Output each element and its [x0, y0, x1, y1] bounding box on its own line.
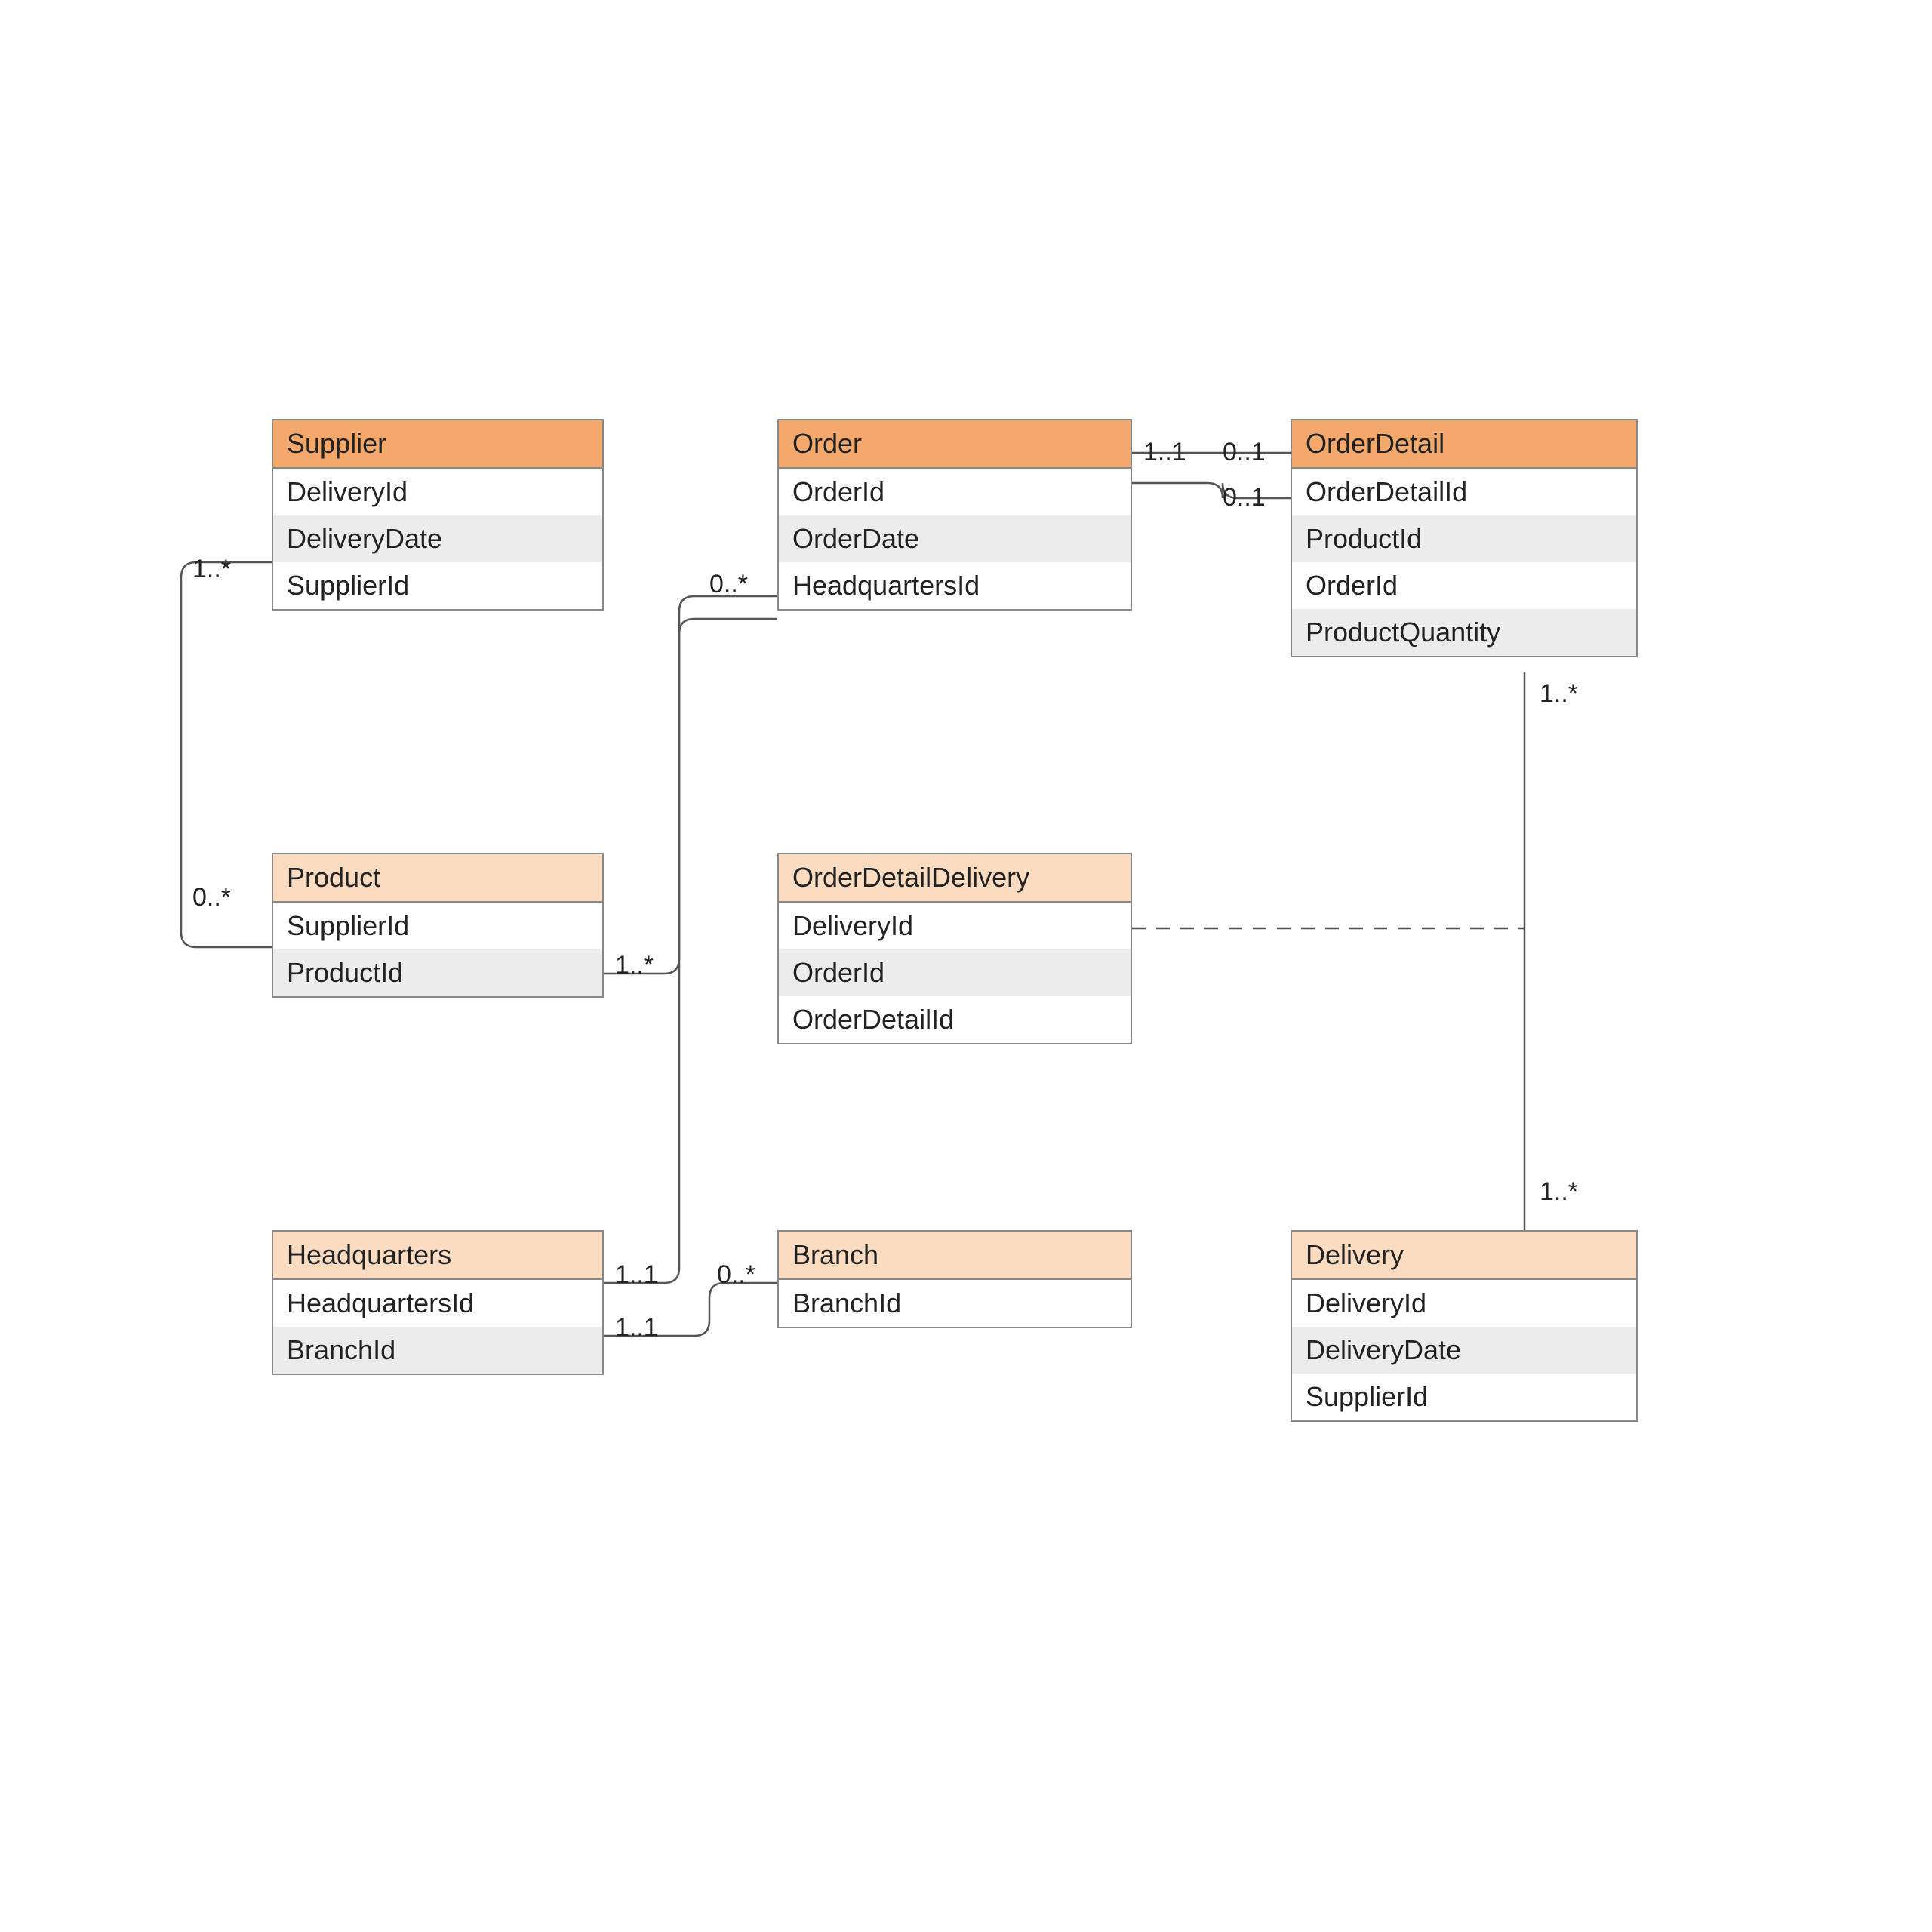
entity-branch-row-0: BranchId [779, 1280, 1131, 1327]
mult-orderdetail-left-bottom: 0..1 [1223, 483, 1266, 512]
mult-orderdetail-left-top: 0..1 [1223, 438, 1266, 467]
entity-product: Product SupplierId ProductId [272, 853, 604, 998]
entity-order-row-0: OrderId [779, 469, 1131, 515]
mult-branch-left: 0..* [717, 1260, 755, 1290]
edge-product-order [604, 596, 777, 974]
mult-supplier-top: 1..* [192, 555, 231, 584]
entity-supplier: Supplier DeliveryId DeliveryDate Supplie… [272, 419, 604, 611]
entity-product-row-0: SupplierId [273, 903, 602, 949]
mult-product-right: 1..* [615, 951, 654, 980]
entity-delivery-row-2: SupplierId [1292, 1374, 1636, 1420]
entity-order-row-1: OrderDate [779, 515, 1131, 562]
mult-delivery-top: 1..* [1540, 1177, 1578, 1207]
entity-delivery-row-1: DeliveryDate [1292, 1327, 1636, 1374]
entity-orderdetaildelivery-row-1: OrderId [779, 949, 1131, 996]
er-diagram-canvas: Supplier DeliveryId DeliveryDate Supplie… [0, 0, 1932, 1932]
entity-orderdetaildelivery: OrderDetailDelivery DeliveryId OrderId O… [777, 853, 1132, 1044]
mult-headquarters-right-bottom: 1..1 [615, 1313, 658, 1343]
entity-order-row-2: HeadquartersId [779, 562, 1131, 609]
entity-product-row-1: ProductId [273, 949, 602, 996]
entity-orderdetail-row-2: OrderId [1292, 562, 1636, 609]
entity-order-title: Order [779, 420, 1131, 469]
mult-order-left: 0..* [709, 570, 748, 599]
entity-branch: Branch BranchId [777, 1230, 1132, 1328]
entity-orderdetail-row-1: ProductId [1292, 515, 1636, 562]
edge-order-orderdetail-2 [1132, 483, 1291, 498]
entity-headquarters-row-1: BranchId [273, 1327, 602, 1374]
entity-delivery: Delivery DeliveryId DeliveryDate Supplie… [1291, 1230, 1638, 1422]
entity-orderdetail: OrderDetail OrderDetailId ProductId Orde… [1291, 419, 1638, 657]
entity-supplier-title: Supplier [273, 420, 602, 469]
mult-order-right: 1..1 [1143, 438, 1186, 467]
entity-branch-title: Branch [779, 1232, 1131, 1280]
entity-supplier-row-1: DeliveryDate [273, 515, 602, 562]
entity-headquarters-row-0: HeadquartersId [273, 1280, 602, 1327]
entity-orderdetail-title: OrderDetail [1292, 420, 1636, 469]
mult-supplier-bottom: 0..* [192, 883, 231, 912]
entity-orderdetail-row-3: ProductQuantity [1292, 609, 1636, 656]
entity-delivery-title: Delivery [1292, 1232, 1636, 1280]
entity-delivery-row-0: DeliveryId [1292, 1280, 1636, 1327]
entity-headquarters-title: Headquarters [273, 1232, 602, 1280]
mult-orderdetail-below: 1..* [1540, 679, 1578, 709]
entity-product-title: Product [273, 854, 602, 903]
entity-orderdetaildelivery-title: OrderDetailDelivery [779, 854, 1131, 903]
entity-orderdetail-row-0: OrderDetailId [1292, 469, 1636, 515]
entity-orderdetaildelivery-row-2: OrderDetailId [779, 996, 1131, 1043]
entity-order: Order OrderId OrderDate HeadquartersId [777, 419, 1132, 611]
entity-headquarters: Headquarters HeadquartersId BranchId [272, 1230, 604, 1375]
entity-supplier-row-0: DeliveryId [273, 469, 602, 515]
mult-headquarters-right-top: 1..1 [615, 1260, 658, 1290]
entity-supplier-row-2: SupplierId [273, 562, 602, 609]
entity-orderdetaildelivery-row-0: DeliveryId [779, 903, 1131, 949]
